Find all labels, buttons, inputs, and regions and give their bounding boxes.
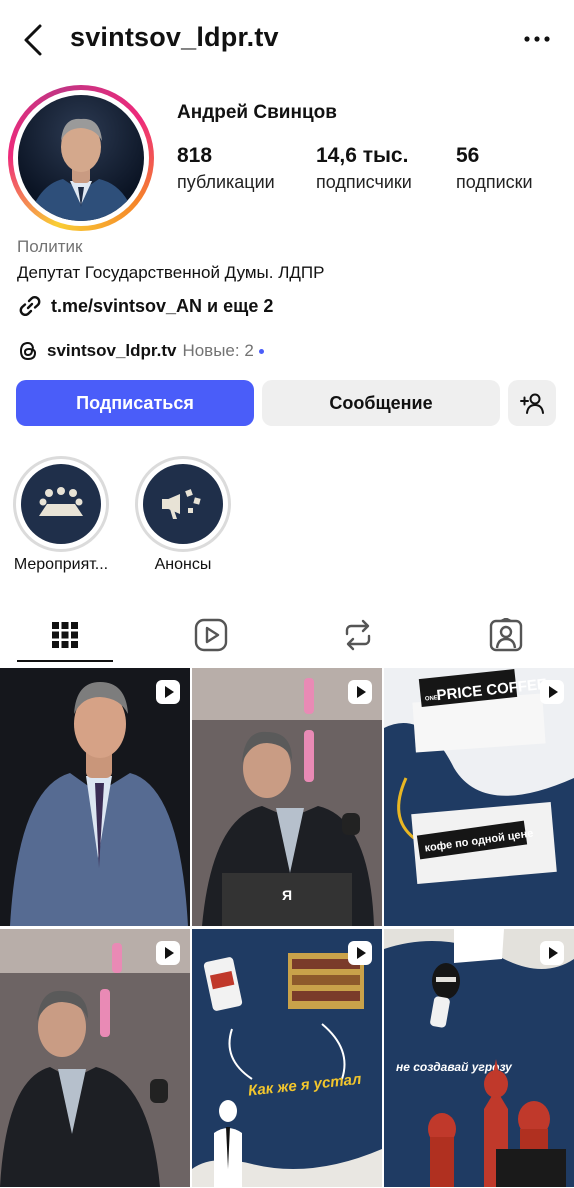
threads-new-count: Новые: 2: [182, 341, 254, 360]
back-arrow-icon[interactable]: [18, 22, 48, 58]
profile-tabs: [0, 604, 574, 666]
stat-posts-value: 818: [177, 144, 213, 167]
message-button[interactable]: Сообщение: [262, 380, 500, 426]
tab-tagged[interactable]: [451, 604, 561, 666]
grid-post[interactable]: ONE PRICE COFFEE кофе по одной цене: [384, 668, 574, 926]
grid-post[interactable]: не создавай угрозу: [384, 929, 574, 1187]
post-thumbnail: Как же я устал: [192, 929, 382, 1187]
highlight-events-label: Мероприят...: [13, 556, 109, 573]
post-thumbnail: [0, 668, 190, 926]
highlight-announcements[interactable]: [135, 456, 231, 552]
megaphone-icon: [162, 489, 201, 519]
stat-following-label: подписки: [456, 172, 533, 192]
tagged-person-icon: [489, 618, 523, 652]
grid-icon: [52, 622, 78, 648]
more-horizontal-icon[interactable]: [522, 26, 552, 52]
stat-followers-value: 14,6 тыс.: [316, 144, 409, 167]
top-bar: svintsov_ldpr.tv: [0, 0, 574, 80]
avatar: [18, 95, 144, 221]
grid-post[interactable]: [0, 668, 190, 926]
reels-icon: [194, 618, 228, 652]
display-name: Андрей Свинцов: [177, 102, 337, 123]
threads-handle: svintsov_ldpr.tv: [47, 341, 177, 360]
reel-indicator-icon: [540, 680, 564, 704]
add-user-icon: [520, 393, 544, 414]
stat-followers-label: подписчики: [316, 172, 412, 192]
stat-followers[interactable]: 14,6 тыс. подписчики: [316, 144, 412, 193]
reel-indicator-icon: [156, 680, 180, 704]
post-thumbnail: ONE PRICE COFFEE кофе по одной цене: [384, 668, 574, 926]
stat-posts[interactable]: 818 публикации: [177, 144, 275, 193]
active-tab-indicator: [17, 660, 113, 662]
reel-indicator-icon: [348, 941, 372, 965]
grid-post[interactable]: [0, 929, 190, 1187]
link-icon: [19, 295, 41, 317]
stat-following-value: 56: [456, 144, 480, 167]
grid-post[interactable]: Как же я устал: [192, 929, 382, 1187]
meeting-table-icon: [39, 487, 83, 516]
post-thumbnail: Я: [192, 668, 382, 926]
avatar-story-ring[interactable]: [8, 85, 154, 231]
profile-bio: Депутат Государственной Думы. ЛДПР: [17, 263, 325, 282]
profile-category: Политик: [17, 237, 83, 256]
reel-indicator-icon: [540, 941, 564, 965]
stat-following[interactable]: 56 подписки: [456, 144, 533, 193]
tab-posts[interactable]: [10, 604, 120, 666]
post-caption: Я: [282, 887, 292, 903]
stat-posts-label: публикации: [177, 172, 275, 192]
tab-reposts[interactable]: [303, 604, 413, 666]
follow-button[interactable]: Подписаться: [16, 380, 254, 426]
profile-link[interactable]: t.me/svintsov_AN и еще 2: [17, 292, 273, 320]
reel-indicator-icon: [156, 941, 180, 965]
new-indicator-dot: [258, 348, 264, 354]
post-thumbnail: [0, 929, 190, 1187]
grid-post[interactable]: Я: [192, 668, 382, 926]
highlight-events[interactable]: [13, 456, 109, 552]
threads-badge[interactable]: svintsov_ldpr.tv Новые: 2: [17, 338, 264, 364]
tab-reels[interactable]: [156, 604, 266, 666]
highlight-announcements-label: Анонсы: [154, 556, 212, 573]
profile-link-text: t.me/svintsov_AN и еще 2: [51, 295, 274, 316]
repost-icon: [345, 619, 371, 651]
posts-grid: Я ONE PRICE COFFEE кофе по одной цене Ка…: [0, 668, 574, 1188]
reel-indicator-icon: [348, 680, 372, 704]
post-thumbnail: не создавай угрозу: [384, 929, 574, 1187]
suggest-users-button[interactable]: [508, 380, 556, 426]
threads-icon: [19, 341, 37, 361]
profile-username: svintsov_ldpr.tv: [70, 22, 279, 52]
